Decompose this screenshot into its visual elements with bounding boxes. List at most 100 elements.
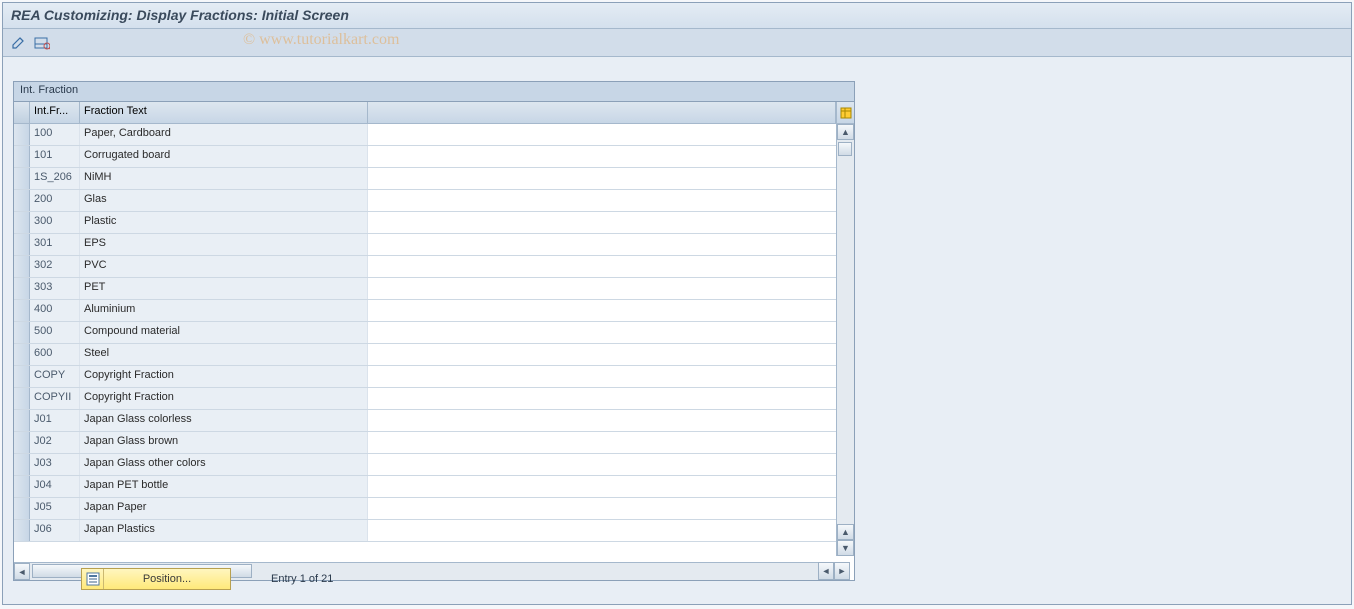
scroll-track[interactable]	[837, 140, 854, 524]
cell-text: Corrugated board	[80, 146, 368, 167]
cell-intfr: 301	[30, 234, 80, 255]
cell-intfr: 500	[30, 322, 80, 343]
scroll-thumb[interactable]	[838, 142, 852, 156]
data-table: Int.Fr... Fraction Text 100Paper, Cardbo…	[13, 101, 855, 581]
table-row[interactable]: 100Paper, Cardboard	[14, 124, 854, 146]
column-header-text[interactable]: Fraction Text	[80, 102, 368, 123]
row-selector[interactable]	[14, 300, 30, 321]
row-selector[interactable]	[14, 454, 30, 475]
panel-title: Int. Fraction	[13, 81, 855, 101]
entry-counter: Entry 1 of 21	[271, 573, 333, 585]
app-window: REA Customizing: Display Fractions: Init…	[2, 2, 1352, 605]
cell-text: Plastic	[80, 212, 368, 233]
change-icon[interactable]	[9, 34, 27, 52]
row-selector[interactable]	[14, 388, 30, 409]
panel-title-text: Int. Fraction	[20, 84, 78, 96]
cell-text: NiMH	[80, 168, 368, 189]
row-selector[interactable]	[14, 212, 30, 233]
cell-intfr: 300	[30, 212, 80, 233]
table-row[interactable]: J02Japan Glass brown	[14, 432, 854, 454]
row-selector[interactable]	[14, 190, 30, 211]
cell-intfr: J05	[30, 498, 80, 519]
toolbar: © www.tutorialkart.com	[3, 29, 1351, 57]
cell-rest	[368, 476, 854, 497]
table-body: 100Paper, Cardboard101Corrugated board1S…	[14, 124, 854, 556]
cell-intfr: 400	[30, 300, 80, 321]
row-selector[interactable]	[14, 256, 30, 277]
cell-rest	[368, 344, 854, 365]
footer-bar: Position... Entry 1 of 21	[81, 568, 333, 590]
table-row[interactable]: 301EPS	[14, 234, 854, 256]
row-selector[interactable]	[14, 322, 30, 343]
cell-intfr: 101	[30, 146, 80, 167]
cell-text: Japan Glass colorless	[80, 410, 368, 431]
cell-text: Japan Glass other colors	[80, 454, 368, 475]
cell-rest	[368, 322, 854, 343]
position-button-label: Position...	[104, 573, 230, 585]
table-row[interactable]: 303PET	[14, 278, 854, 300]
table-row[interactable]: 101Corrugated board	[14, 146, 854, 168]
horizontal-scrollbar-right[interactable]: ◄ ►	[818, 562, 854, 580]
row-selector[interactable]	[14, 124, 30, 145]
cell-text: Japan Glass brown	[80, 432, 368, 453]
scroll-down-icon[interactable]: ▲	[837, 524, 854, 540]
row-selector[interactable]	[14, 476, 30, 497]
scroll-left-icon[interactable]: ◄	[14, 563, 30, 580]
cell-text: PVC	[80, 256, 368, 277]
row-selector[interactable]	[14, 278, 30, 299]
scroll-down2-icon[interactable]: ▼	[837, 540, 854, 556]
cell-text: Japan Paper	[80, 498, 368, 519]
row-selector[interactable]	[14, 146, 30, 167]
cell-intfr: COPY	[30, 366, 80, 387]
table-row[interactable]: 1S_206NiMH	[14, 168, 854, 190]
configure-columns-icon[interactable]	[836, 102, 854, 123]
row-selector[interactable]	[14, 498, 30, 519]
cell-intfr: 600	[30, 344, 80, 365]
table-row[interactable]: J04Japan PET bottle	[14, 476, 854, 498]
cell-intfr: J04	[30, 476, 80, 497]
table-row[interactable]: 600Steel	[14, 344, 854, 366]
scroll-up-icon[interactable]: ▲	[837, 124, 854, 140]
table-row[interactable]: J03Japan Glass other colors	[14, 454, 854, 476]
cell-text: Japan Plastics	[80, 520, 368, 541]
scroll-left2-icon[interactable]: ◄	[818, 562, 834, 580]
watermark-text: © www.tutorialkart.com	[243, 31, 399, 49]
cell-intfr: 200	[30, 190, 80, 211]
scroll-right2-icon[interactable]: ►	[834, 562, 850, 580]
table-row[interactable]: J06Japan Plastics	[14, 520, 854, 542]
cell-text: Copyright Fraction	[80, 388, 368, 409]
position-icon	[82, 569, 104, 589]
row-selector[interactable]	[14, 366, 30, 387]
table-view-icon[interactable]	[33, 34, 51, 52]
table-row[interactable]: J01Japan Glass colorless	[14, 410, 854, 432]
row-selector[interactable]	[14, 432, 30, 453]
select-all-corner[interactable]	[14, 102, 30, 123]
cell-text: Steel	[80, 344, 368, 365]
table-row[interactable]: 500Compound material	[14, 322, 854, 344]
table-row[interactable]: 200Glas	[14, 190, 854, 212]
column-header-intfr[interactable]: Int.Fr...	[30, 102, 80, 123]
cell-rest	[368, 410, 854, 431]
table-row[interactable]: 400Aluminium	[14, 300, 854, 322]
cell-text: PET	[80, 278, 368, 299]
table-row[interactable]: 300Plastic	[14, 212, 854, 234]
cell-rest	[368, 146, 854, 167]
cell-rest	[368, 300, 854, 321]
cell-text: Paper, Cardboard	[80, 124, 368, 145]
row-selector[interactable]	[14, 520, 30, 541]
cell-text: EPS	[80, 234, 368, 255]
vertical-scrollbar[interactable]: ▲ ▲ ▼	[836, 124, 854, 556]
position-button[interactable]: Position...	[81, 568, 231, 590]
cell-intfr: J01	[30, 410, 80, 431]
table-row[interactable]: J05Japan Paper	[14, 498, 854, 520]
row-selector[interactable]	[14, 168, 30, 189]
table-row[interactable]: 302PVC	[14, 256, 854, 278]
cell-intfr: 1S_206	[30, 168, 80, 189]
table-row[interactable]: COPYIICopyright Fraction	[14, 388, 854, 410]
row-selector[interactable]	[14, 234, 30, 255]
cell-rest	[368, 498, 854, 519]
cell-rest	[368, 168, 854, 189]
table-row[interactable]: COPYCopyright Fraction	[14, 366, 854, 388]
row-selector[interactable]	[14, 344, 30, 365]
row-selector[interactable]	[14, 410, 30, 431]
